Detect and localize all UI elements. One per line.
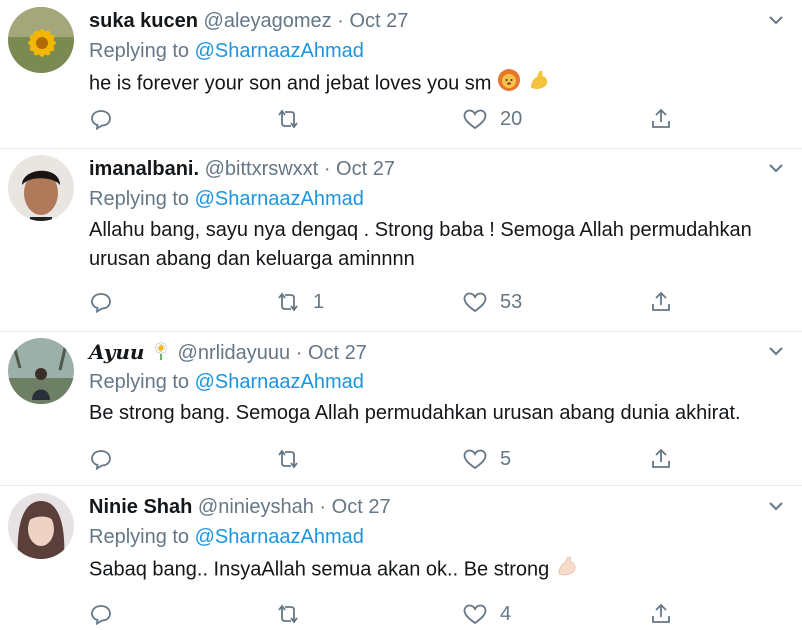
avatar[interactable] bbox=[8, 7, 74, 73]
like-count: 20 bbox=[500, 107, 523, 130]
tweet-text: Sabaq bang.. InsyaAllah semua akan ok.. … bbox=[89, 554, 789, 586]
separator: · bbox=[323, 158, 331, 180]
avatar[interactable] bbox=[8, 493, 74, 559]
like-count: 5 bbox=[500, 447, 512, 470]
replying-prefix: Replying to bbox=[89, 526, 190, 548]
share-button[interactable] bbox=[649, 447, 673, 471]
flexed-biceps-light-skin-icon bbox=[555, 554, 579, 586]
display-name[interactable]: suka kucen bbox=[89, 10, 198, 32]
reply-icon bbox=[91, 293, 111, 314]
user-handle[interactable]: @bittxrswxxt bbox=[205, 158, 319, 180]
tweet-text-line-1: Allahu bang, sayu nya dengaq . Strong ba… bbox=[89, 219, 752, 241]
retweet-count: 1 bbox=[313, 290, 325, 313]
like-count: 53 bbox=[500, 290, 523, 313]
separator: · bbox=[337, 10, 344, 32]
reply-button[interactable] bbox=[89, 447, 125, 471]
replying-prefix: Replying to bbox=[89, 40, 190, 62]
flexed-biceps-icon bbox=[527, 68, 551, 100]
tweet-3[interactable]: Ayuu @nrlidayuuu · Oct 27 Replying to @S… bbox=[0, 331, 802, 486]
like-button[interactable]: 4 bbox=[462, 602, 511, 626]
display-name[interactable]: imanalbani. bbox=[89, 158, 199, 180]
user-handle[interactable]: @aleyagomez bbox=[204, 10, 332, 32]
share-icon bbox=[652, 291, 670, 311]
heart-icon bbox=[463, 604, 487, 625]
tweet-text-body: Be strong bang. Semoga Allah permudahkan… bbox=[89, 402, 741, 424]
share-button[interactable] bbox=[649, 290, 673, 314]
share-button[interactable] bbox=[649, 107, 673, 131]
reply-icon bbox=[91, 605, 111, 626]
replying-prefix: Replying to bbox=[89, 188, 190, 210]
share-icon bbox=[652, 448, 670, 468]
tweet-date[interactable]: Oct 27 bbox=[308, 342, 367, 364]
separator: · bbox=[319, 496, 327, 518]
heart-icon bbox=[463, 109, 487, 130]
chevron-down-icon[interactable] bbox=[766, 10, 786, 30]
chevron-down-icon[interactable] bbox=[766, 496, 786, 516]
retweet-button[interactable] bbox=[275, 602, 313, 626]
share-button[interactable] bbox=[649, 602, 673, 626]
tweet-1[interactable]: suka kucen @aleyagomez · Oct 27 Replying… bbox=[0, 0, 802, 149]
mention-link[interactable]: @SharnaazAhmad bbox=[195, 371, 364, 393]
retweet-icon bbox=[278, 449, 298, 469]
reply-button[interactable] bbox=[89, 107, 125, 131]
heart-icon bbox=[463, 292, 487, 313]
retweet-icon bbox=[278, 604, 298, 624]
mention-link[interactable]: @SharnaazAhmad bbox=[195, 526, 364, 548]
tweet-text-body: Sabaq bang.. InsyaAllah semua akan ok.. … bbox=[89, 558, 550, 581]
tweet-4[interactable]: Ninie Shah @ninieyshah · Oct 27 Replying… bbox=[0, 486, 802, 630]
tweet-text: Allahu bang, sayu nya dengaq . Strong ba… bbox=[89, 216, 789, 274]
share-icon bbox=[652, 108, 670, 128]
chevron-down-icon[interactable] bbox=[766, 158, 786, 178]
retweet-icon bbox=[278, 292, 298, 312]
replying-to: Replying to @SharnaazAhmad bbox=[89, 38, 364, 64]
retweet-button[interactable]: 1 bbox=[275, 290, 324, 314]
reply-icon bbox=[91, 110, 111, 131]
separator: · bbox=[295, 342, 303, 364]
tweet-text-line-2: urusan abang dan keluarga aminnnn bbox=[89, 248, 415, 270]
lion-face-icon bbox=[497, 68, 521, 100]
tweet-date[interactable]: Oct 27 bbox=[349, 10, 408, 32]
heart-icon bbox=[463, 449, 487, 470]
tweet-text-body: he is forever your son and jebat loves y… bbox=[89, 72, 492, 95]
chevron-down-icon[interactable] bbox=[766, 341, 786, 361]
replying-to: Replying to @SharnaazAhmad bbox=[89, 524, 364, 550]
replying-to: Replying to @SharnaazAhmad bbox=[89, 186, 364, 212]
tweet-text: he is forever your son and jebat loves y… bbox=[89, 68, 789, 100]
replying-to: Replying to @SharnaazAhmad bbox=[89, 369, 364, 395]
like-count: 4 bbox=[500, 602, 512, 625]
reply-button[interactable] bbox=[89, 290, 125, 314]
replying-prefix: Replying to bbox=[89, 371, 190, 393]
like-button[interactable]: 5 bbox=[462, 447, 511, 471]
mention-link[interactable]: @SharnaazAhmad bbox=[195, 40, 364, 62]
display-name[interactable]: Ninie Shah bbox=[89, 496, 192, 518]
share-icon bbox=[652, 603, 670, 623]
tweet-date[interactable]: Oct 27 bbox=[336, 158, 395, 180]
reply-icon bbox=[91, 450, 111, 471]
avatar[interactable] bbox=[8, 155, 74, 221]
like-button[interactable]: 20 bbox=[462, 107, 522, 131]
tweet-2[interactable]: imanalbani. @bittxrswxxt · Oct 27 Replyi… bbox=[0, 148, 802, 332]
retweet-icon bbox=[278, 109, 298, 129]
tweet-date[interactable]: Oct 27 bbox=[332, 496, 391, 518]
avatar[interactable] bbox=[8, 338, 74, 404]
mention-link[interactable]: @SharnaazAhmad bbox=[195, 188, 364, 210]
like-button[interactable]: 53 bbox=[462, 290, 522, 314]
daisy-icon bbox=[150, 339, 172, 368]
retweet-button[interactable] bbox=[275, 447, 313, 471]
reply-button[interactable] bbox=[89, 602, 125, 626]
tweet-text: Be strong bang. Semoga Allah permudahkan… bbox=[89, 399, 789, 427]
display-name[interactable]: Ayuu bbox=[89, 340, 144, 364]
user-handle[interactable]: @nrlidayuuu bbox=[178, 342, 291, 364]
retweet-button[interactable] bbox=[275, 107, 313, 131]
user-handle[interactable]: @ninieyshah bbox=[198, 496, 314, 518]
